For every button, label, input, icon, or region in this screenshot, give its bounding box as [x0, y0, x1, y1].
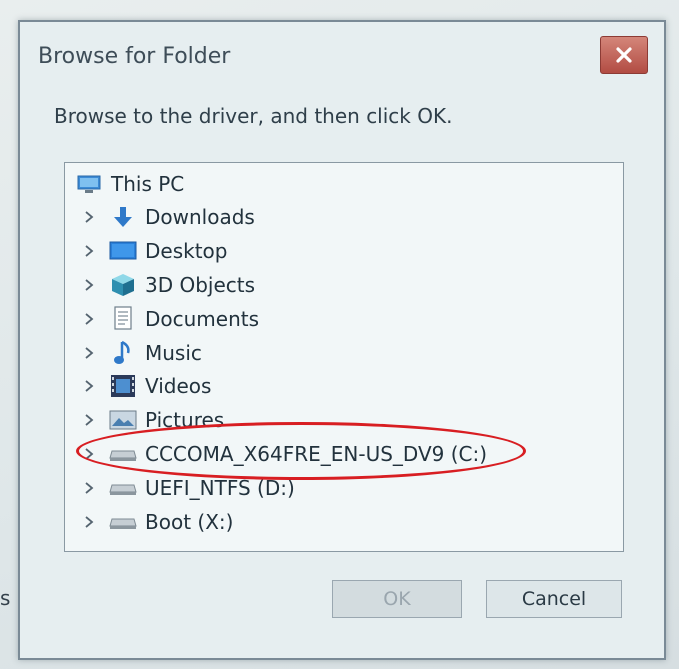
close-icon [616, 47, 632, 63]
tree-item-label: Downloads [145, 205, 255, 229]
chevron-right-icon[interactable] [83, 482, 95, 494]
music-note-icon [109, 340, 137, 366]
download-arrow-icon [109, 204, 137, 230]
film-icon [109, 373, 137, 399]
tree-item-label: CCCOMA_X64FRE_EN-US_DV9 (C:) [145, 442, 488, 466]
tree-item-downloads[interactable]: Downloads [83, 202, 255, 232]
tree-item-label: Videos [145, 374, 212, 398]
tree-item-label: Music [145, 341, 202, 365]
tree-item-pictures[interactable]: Pictures [83, 405, 224, 435]
tree-item-videos[interactable]: Videos [83, 371, 211, 401]
tree-item-label: Boot (X:) [145, 510, 234, 534]
computer-icon [75, 171, 103, 197]
tree-item-label: Pictures [145, 408, 225, 432]
cancel-button[interactable]: Cancel [486, 580, 622, 618]
chevron-right-icon[interactable] [83, 211, 95, 223]
title-bar[interactable]: Browse for Folder [20, 22, 664, 88]
tree-item-label: Desktop [145, 239, 228, 263]
browse-for-folder-dialog: Browse for Folder Browse to the driver, … [18, 20, 666, 660]
tree-item-this-pc[interactable]: This PC [75, 169, 184, 199]
chevron-right-icon[interactable] [83, 313, 95, 325]
drive-icon [109, 441, 137, 467]
desktop-icon [109, 238, 137, 264]
chevron-right-icon[interactable] [83, 516, 95, 528]
tree-item-label: Documents [145, 307, 260, 331]
cube-icon [109, 272, 137, 298]
dialog-title: Browse for Folder [38, 44, 231, 69]
tree-item-label: UEFI_NTFS (D:) [145, 476, 295, 500]
document-icon [109, 306, 137, 332]
tree-item-3d-objects[interactable]: 3D Objects [83, 270, 255, 300]
chevron-right-icon[interactable] [83, 245, 95, 257]
tree-item-label: 3D Objects [145, 273, 256, 297]
tree-item-label: This PC [111, 172, 185, 196]
tree-item-drive-x[interactable]: Boot (X:) [83, 507, 233, 537]
chevron-right-icon[interactable] [83, 414, 95, 426]
tree-item-documents[interactable]: Documents [83, 304, 259, 334]
tree-item-desktop[interactable]: Desktop [83, 236, 227, 266]
background-window-text: s th [0, 586, 10, 610]
ok-button[interactable]: OK [332, 580, 462, 618]
chevron-right-icon[interactable] [83, 347, 95, 359]
tree-item-drive-d[interactable]: UEFI_NTFS (D:) [83, 473, 295, 503]
tree-item-drive-c[interactable]: CCCOMA_X64FRE_EN-US_DV9 (C:) [83, 439, 487, 469]
drive-icon [109, 509, 137, 535]
chevron-right-icon[interactable] [83, 279, 95, 291]
picture-icon [109, 407, 137, 433]
drive-icon [109, 475, 137, 501]
instruction-text: Browse to the driver, and then click OK. [54, 104, 453, 128]
folder-tree[interactable]: This PC Downloads Desktop 3D Objects Doc… [64, 162, 624, 552]
chevron-right-icon[interactable] [83, 380, 95, 392]
close-button[interactable] [600, 36, 648, 74]
chevron-right-icon[interactable] [83, 448, 95, 460]
tree-item-music[interactable]: Music [83, 338, 202, 368]
